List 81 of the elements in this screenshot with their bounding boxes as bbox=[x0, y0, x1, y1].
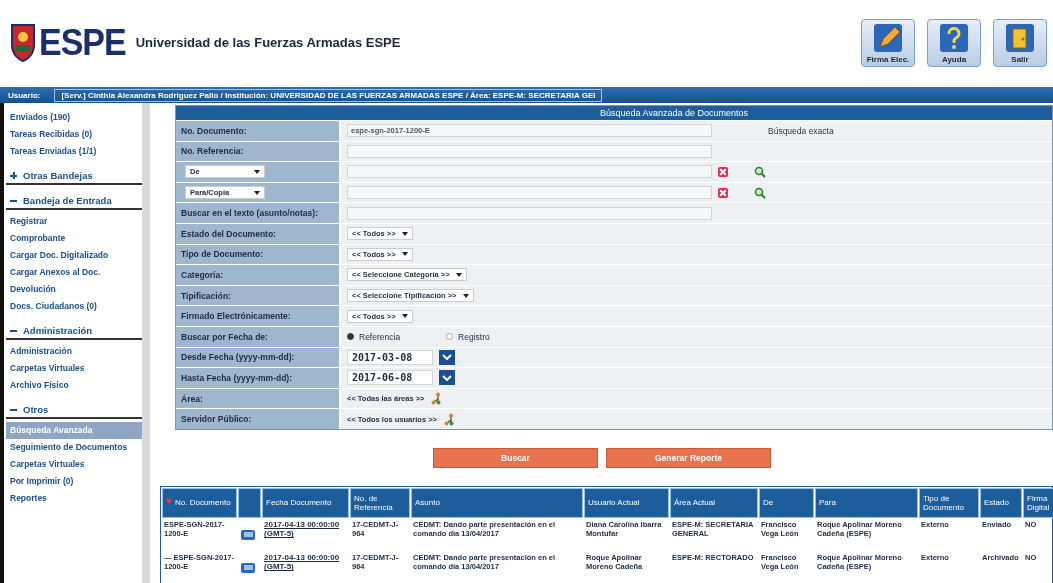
sidebar-item[interactable]: Archivo Físico bbox=[6, 377, 142, 394]
column-header: Área Actual bbox=[670, 487, 758, 518]
column-header: Para bbox=[815, 487, 918, 518]
field-label: Estado del Documento: bbox=[181, 228, 276, 239]
sidebar-item[interactable]: Docs. Ciudadanos (0) bbox=[6, 298, 142, 315]
section-title: Otras Bandejas bbox=[23, 170, 93, 181]
hint-text: Búsqueda exacta bbox=[768, 125, 834, 136]
user-info: [Serv.] Cinthia Alexandra Rodriguez Pallo / Institución: UNIVERSIDAD DE LAS FUERZAS ARMADAS ESPE / Área: ESPE-M: SECRETARIA GEI bbox=[54, 88, 603, 102]
toolbar-button[interactable]: Firma Elec. bbox=[861, 18, 915, 67]
input-field[interactable] bbox=[347, 206, 712, 220]
sidebar-item[interactable]: Administración bbox=[6, 343, 142, 360]
sidebar-item[interactable]: Devolución bbox=[6, 281, 142, 298]
search-icon[interactable] bbox=[754, 186, 766, 199]
shield-icon bbox=[10, 22, 36, 63]
section-header[interactable]: Otros bbox=[6, 402, 142, 419]
section-title: Administración bbox=[23, 325, 93, 336]
input-field[interactable] bbox=[347, 186, 712, 200]
sidebar-item[interactable]: Por Imprimir (0) bbox=[6, 473, 142, 490]
sidebar-item[interactable]: Comprobante bbox=[6, 230, 142, 247]
field-label: Buscar en el texto (asunto/notas): bbox=[181, 208, 318, 219]
sidebar-item[interactable]: Carpetas Virtuales bbox=[6, 456, 142, 473]
chevron-down-icon bbox=[442, 354, 452, 361]
column-header: De bbox=[759, 487, 814, 518]
section-title: Bandeja de Entrada bbox=[23, 195, 112, 206]
field-label: No. Documento: bbox=[181, 125, 247, 136]
section-header[interactable]: Otras Bandejas bbox=[6, 168, 142, 185]
field-label: Hasta Fecha (yyyy-mm-dd): bbox=[181, 372, 292, 383]
field-label: Tipo de Documento: bbox=[181, 249, 263, 260]
site-title: Universidad de las Fuerzas Armadas ESPE bbox=[135, 35, 402, 50]
calendar-button[interactable] bbox=[439, 349, 455, 365]
tree-icon[interactable] bbox=[442, 412, 455, 426]
column-header: Asunto bbox=[411, 487, 583, 518]
sidebar-item[interactable]: Cargar Doc. Digitalizado bbox=[6, 247, 142, 264]
section-header[interactable]: Administración bbox=[6, 323, 142, 340]
date-link[interactable]: 2017-04-13 00:00:00 (GMT-5) bbox=[264, 519, 347, 539]
date-field[interactable]: 2017-06-08 bbox=[347, 370, 433, 386]
sidebar-item[interactable]: Carpetas Virtuales bbox=[6, 360, 142, 377]
column-header: Fecha Documento bbox=[262, 487, 349, 518]
input-field[interactable] bbox=[347, 165, 712, 179]
column-header: No. de Referencia bbox=[350, 487, 410, 518]
document-icon bbox=[240, 528, 256, 541]
toolbar-button[interactable]: Ayuda bbox=[927, 18, 981, 67]
field-label: Área: bbox=[181, 393, 203, 404]
input-field[interactable] bbox=[347, 144, 712, 158]
column-header: Estado bbox=[980, 487, 1022, 518]
toolbar-button[interactable]: Salir bbox=[993, 18, 1047, 67]
clear-button[interactable] bbox=[718, 167, 728, 177]
radio-option[interactable]: Registro bbox=[446, 331, 490, 342]
section-header[interactable]: Bandeja de Entrada bbox=[6, 193, 142, 210]
sidebar-item[interactable]: Enviados (190) bbox=[6, 109, 142, 126]
sidebar-item[interactable]: Tareas Enviadas (1/1) bbox=[6, 143, 142, 160]
column-header: Tipo de Documento bbox=[919, 487, 979, 518]
field-label: Firmado Electrónicamente: bbox=[181, 311, 291, 322]
document-icon bbox=[240, 561, 256, 574]
user-label: Usuario: bbox=[8, 90, 41, 100]
clear-button[interactable] bbox=[718, 187, 728, 198]
sidebar-item[interactable]: Cargar Anexos al Doc. bbox=[6, 264, 142, 281]
field-label: No. Referencia: bbox=[181, 146, 244, 157]
date-link[interactable]: 2017-04-13 00:00:00 (GMT-5) bbox=[264, 552, 347, 572]
field-label: Servidor Público: bbox=[181, 414, 252, 425]
field-label: Desde Fecha (yyyy-mm-dd): bbox=[181, 352, 295, 363]
sidebar-item[interactable]: Reportes bbox=[6, 490, 142, 507]
radio-option[interactable]: Referencia bbox=[347, 331, 401, 342]
panel-title: Búsqueda Avanzada de Documentos bbox=[176, 106, 1052, 120]
date-field[interactable]: 2017-03-08 bbox=[347, 349, 433, 365]
sidebar-item[interactable]: Registrar bbox=[6, 213, 142, 230]
heart-icon bbox=[166, 498, 172, 505]
field-label: Tipificación: bbox=[181, 290, 231, 301]
column-header: Usuario Actual bbox=[584, 487, 669, 518]
sidebar-item[interactable]: Seguimiento de Documentos bbox=[6, 439, 142, 456]
search-icon[interactable] bbox=[754, 166, 766, 178]
sidebar-item[interactable]: Tareas Recibidas (0) bbox=[6, 126, 142, 143]
logo-text: ESPE bbox=[39, 21, 126, 64]
calendar-button[interactable] bbox=[439, 370, 455, 386]
field-label: Categoría: bbox=[181, 269, 224, 280]
column-header: Firma Digital bbox=[1023, 487, 1053, 518]
header-text: No. Documento bbox=[175, 498, 231, 508]
field-label: Buscar por Fecha de: bbox=[181, 331, 268, 342]
tree-icon[interactable] bbox=[430, 392, 443, 405]
chevron-down-icon bbox=[442, 374, 452, 381]
section-title: Otros bbox=[23, 404, 49, 415]
